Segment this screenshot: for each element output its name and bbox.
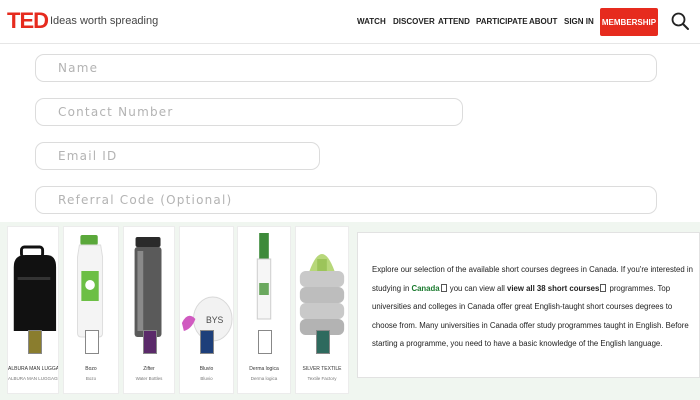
product-subtitle: Textile Factory — [307, 376, 337, 381]
product-card[interactable]: Derma logica Derma logica — [237, 226, 291, 394]
referral-field-wrapper — [35, 186, 657, 214]
product-card[interactable]: Zifter Water Bottles — [123, 226, 175, 394]
view-courses-link[interactable]: view all 38 short courses — [507, 284, 599, 293]
product-card[interactable]: ALBURA MAN LUGGAGE ALBURA MAN LUGGAGE — [7, 226, 59, 394]
product-card[interactable]: SILVER TEXTILE Textile Factory — [295, 226, 349, 394]
ted-logo[interactable]: TED — [7, 9, 49, 33]
nav-sign-in[interactable]: SIGN IN — [564, 17, 594, 26]
tagline: Ideas worth spreading — [50, 15, 159, 27]
product-name: Bluvio — [199, 366, 214, 372]
flask-image — [124, 227, 174, 345]
product-card[interactable]: BYS Bluvio Bluvio — [179, 226, 234, 394]
name-field-wrapper — [35, 54, 657, 82]
product-name: Zifter — [143, 366, 155, 372]
name-field[interactable] — [36, 55, 656, 81]
product-subtitle: Bozo — [85, 376, 97, 381]
svg-text:BYS: BYS — [206, 315, 223, 325]
product-name: Bozo — [85, 366, 97, 372]
email-field[interactable] — [36, 143, 319, 169]
external-link-icon — [600, 283, 607, 292]
search-icon[interactable] — [670, 11, 690, 31]
towels-image — [296, 227, 348, 345]
serum-tube-image — [238, 227, 290, 345]
info-text-2: you can view all — [449, 283, 505, 293]
courses-info-box: Explore our selection of the available s… — [357, 232, 700, 378]
product-name: ALBURA MAN LUGGAGE — [8, 366, 58, 372]
contact-field-wrapper — [35, 98, 463, 126]
nav-participate[interactable]: PARTICIPATE — [476, 17, 528, 26]
bottle-image — [64, 227, 118, 345]
product-subtitle: Water Bottles — [135, 376, 163, 381]
canada-link[interactable]: Canada — [411, 284, 439, 293]
brand-badge — [28, 330, 42, 354]
nav-about[interactable]: ABOUT — [529, 17, 557, 26]
membership-button[interactable]: MEMBERSHIP — [600, 8, 658, 36]
nav-discover[interactable]: DISCOVER — [393, 17, 435, 26]
bluvio-product-image: BYS — [180, 227, 233, 345]
luggage-image — [8, 227, 58, 345]
courses-description: Explore our selection of the available s… — [372, 261, 694, 354]
contact-number-field[interactable] — [36, 99, 462, 125]
nav-watch[interactable]: WATCH — [357, 17, 386, 26]
brand-badge — [200, 330, 214, 354]
brand-badge — [316, 330, 330, 354]
email-field-wrapper — [35, 142, 320, 170]
product-card[interactable]: Bozo Bozo — [63, 226, 119, 394]
nav-attend[interactable]: ATTEND — [438, 17, 470, 26]
brand-badge — [258, 330, 272, 354]
info-text-3: programmes. Top universities and college… — [372, 283, 689, 349]
product-subtitle: ALBURA MAN LUGGAGE — [8, 376, 58, 381]
referral-code-field[interactable] — [36, 187, 656, 213]
brand-badge — [143, 330, 157, 354]
external-link-icon — [440, 283, 447, 292]
product-name: SILVER TEXTILE — [302, 366, 342, 372]
brand-badge — [85, 330, 99, 354]
top-navigation-bar: TED Ideas worth spreading WATCH DISCOVER… — [0, 0, 700, 44]
product-subtitle: Derma logica — [250, 376, 278, 381]
product-subtitle: Bluvio — [200, 376, 213, 381]
product-name: Derma logica — [249, 366, 279, 372]
